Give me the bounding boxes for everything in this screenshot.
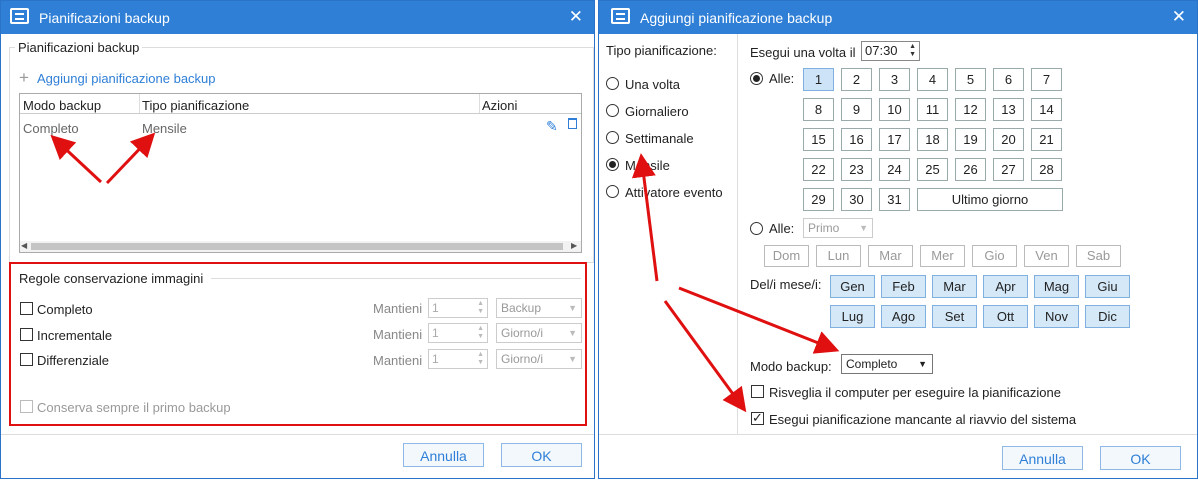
arrow-to-missed (663, 300, 747, 413)
schedules-dialog: Pianificazioni backup ✕ Pianificazioni b… (0, 0, 595, 479)
arrow-to-type (105, 132, 156, 185)
annotation-arrows (631, 153, 840, 413)
arrow-to-mode (678, 286, 840, 354)
arrow-to-mode (50, 134, 103, 184)
annotation-arrows (50, 132, 156, 185)
arrow-to-monthly (631, 153, 659, 282)
add-schedule-dialog: Aggiungi pianificazione backup ✕ Tipo pi… (598, 0, 1198, 479)
